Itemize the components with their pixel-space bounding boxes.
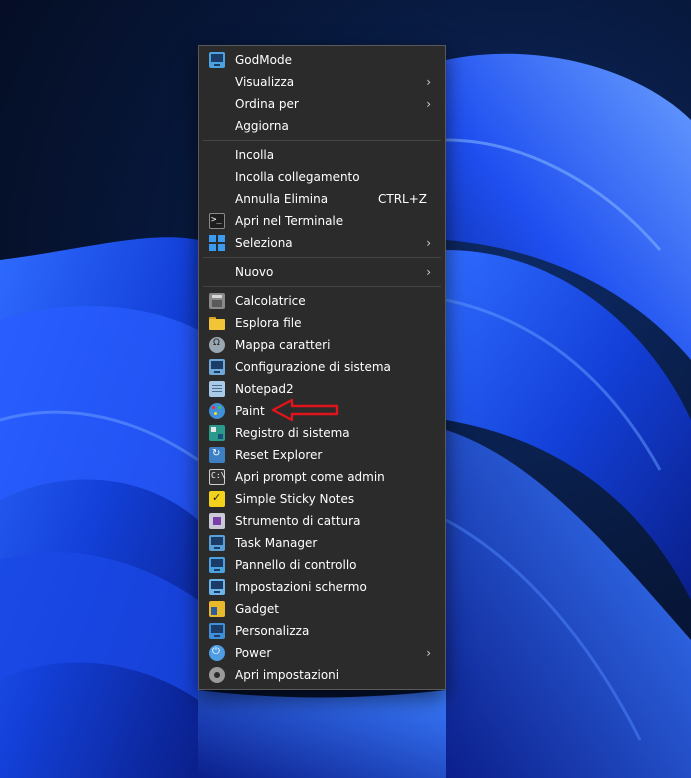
menu-item-reset-explorer[interactable]: ↻ Reset Explorer xyxy=(203,444,441,466)
menu-item-impostazioni-schermo[interactable]: Impostazioni schermo xyxy=(203,576,441,598)
task-manager-icon xyxy=(209,535,225,551)
red-arrow-annotation xyxy=(271,398,339,422)
menu-item-aggiorna[interactable]: Aggiorna xyxy=(203,115,441,137)
snipping-tool-icon xyxy=(209,513,225,529)
folder-icon xyxy=(209,315,225,331)
menu-item-strumento-di-cattura[interactable]: Strumento di cattura xyxy=(203,510,441,532)
control-panel-icon xyxy=(209,557,225,573)
reset-explorer-icon: ↻ xyxy=(209,447,225,463)
menu-item-label: Apri nel Terminale xyxy=(235,214,344,228)
menu-item-label: Esplora file xyxy=(235,316,302,330)
menu-item-visualizza[interactable]: Visualizza › xyxy=(203,71,441,93)
menu-item-label: Seleziona xyxy=(235,236,293,250)
display-icon xyxy=(209,579,225,595)
menu-item-task-manager[interactable]: Task Manager xyxy=(203,532,441,554)
menu-item-label: Notepad2 xyxy=(235,382,294,396)
sticky-notes-icon: ✓ xyxy=(209,491,225,507)
chevron-right-icon: › xyxy=(426,75,431,89)
menu-item-label: Simple Sticky Notes xyxy=(235,492,355,506)
menu-item-incolla-collegamento[interactable]: Incolla collegamento xyxy=(203,166,441,188)
menu-item-label: Task Manager xyxy=(235,536,318,550)
desktop-context-menu: GodMode Visualizza › Ordina per › Aggiorna Inc… xyxy=(198,45,446,690)
calculator-icon xyxy=(209,293,225,309)
command-prompt-icon: C:\ xyxy=(209,469,225,485)
terminal-icon: >_ xyxy=(209,213,225,229)
menu-item-gadget[interactable]: Gadget xyxy=(203,598,441,620)
shortcut-label: CTRL+Z xyxy=(377,192,427,206)
menu-item-label: Incolla collegamento xyxy=(235,170,360,184)
menu-item-label: Personalizza xyxy=(235,624,310,638)
paint-palette-icon xyxy=(209,403,225,419)
personalize-icon xyxy=(209,623,225,639)
menu-item-label: Ordina per xyxy=(235,97,299,111)
menu-item-label: Nuovo xyxy=(235,265,274,279)
menu-item-label: Annulla Elimina xyxy=(235,192,329,206)
menu-item-power[interactable]: ⏻ Power › xyxy=(203,642,441,664)
menu-item-label: Reset Explorer xyxy=(235,448,323,462)
menu-item-ordina-per[interactable]: Ordina per › xyxy=(203,93,441,115)
menu-item-apri-impostazioni[interactable]: Apri impostazioni xyxy=(203,664,441,686)
menu-item-label: Mappa caratteri xyxy=(235,338,331,352)
menu-item-label: Pannello di controllo xyxy=(235,558,357,572)
menu-item-label: Calcolatrice xyxy=(235,294,306,308)
menu-item-label: Power xyxy=(235,646,272,660)
menu-item-label: Apri prompt come admin xyxy=(235,470,385,484)
menu-item-mappa-caratteri[interactable]: Ω Mappa caratteri xyxy=(203,334,441,356)
select-grid-icon xyxy=(209,235,225,251)
menu-item-personalizza[interactable]: Personalizza xyxy=(203,620,441,642)
menu-item-esplora-file[interactable]: Esplora file xyxy=(203,312,441,334)
chevron-right-icon: › xyxy=(426,646,431,660)
godmode-icon xyxy=(209,52,225,68)
menu-item-apri-nel-terminale[interactable]: >_ Apri nel Terminale xyxy=(203,210,441,232)
menu-item-configurazione-di-sistema[interactable]: Configurazione di sistema xyxy=(203,356,441,378)
menu-item-godmode[interactable]: GodMode xyxy=(203,49,441,71)
menu-item-notepad2[interactable]: Notepad2 xyxy=(203,378,441,400)
menu-item-label: Apri impostazioni xyxy=(235,668,340,682)
menu-item-label: Impostazioni schermo xyxy=(235,580,367,594)
system-config-icon xyxy=(209,359,225,375)
chevron-right-icon: › xyxy=(426,236,431,250)
menu-item-label: Paint xyxy=(235,404,265,418)
menu-item-label: Visualizza xyxy=(235,75,295,89)
registry-icon xyxy=(209,425,225,441)
menu-item-annulla-elimina[interactable]: Annulla Elimina CTRL+Z xyxy=(203,188,441,210)
gadget-icon xyxy=(209,601,225,617)
chevron-right-icon: › xyxy=(426,265,431,279)
menu-item-label: Configurazione di sistema xyxy=(235,360,391,374)
menu-item-label: GodMode xyxy=(235,53,292,67)
menu-item-label: Gadget xyxy=(235,602,279,616)
menu-item-registro-di-sistema[interactable]: Registro di sistema xyxy=(203,422,441,444)
menu-item-label: Registro di sistema xyxy=(235,426,350,440)
menu-item-pannello-di-controllo[interactable]: Pannello di controllo xyxy=(203,554,441,576)
power-icon: ⏻ xyxy=(209,645,225,661)
menu-item-label: Incolla xyxy=(235,148,275,162)
menu-item-label: Strumento di cattura xyxy=(235,514,361,528)
menu-item-seleziona[interactable]: Seleziona › xyxy=(203,232,441,254)
chevron-right-icon: › xyxy=(426,97,431,111)
menu-item-apri-prompt-come-admin[interactable]: C:\ Apri prompt come admin xyxy=(203,466,441,488)
settings-gear-icon xyxy=(209,667,225,683)
menu-separator xyxy=(203,257,441,258)
menu-separator xyxy=(203,286,441,287)
notepad-icon xyxy=(209,381,225,397)
menu-item-nuovo[interactable]: Nuovo › xyxy=(203,261,441,283)
menu-item-incolla[interactable]: Incolla xyxy=(203,144,441,166)
menu-item-label: Aggiorna xyxy=(235,119,289,133)
menu-item-calcolatrice[interactable]: Calcolatrice xyxy=(203,290,441,312)
character-map-icon: Ω xyxy=(209,337,225,353)
menu-item-simple-sticky-notes[interactable]: ✓ Simple Sticky Notes xyxy=(203,488,441,510)
menu-separator xyxy=(203,140,441,141)
